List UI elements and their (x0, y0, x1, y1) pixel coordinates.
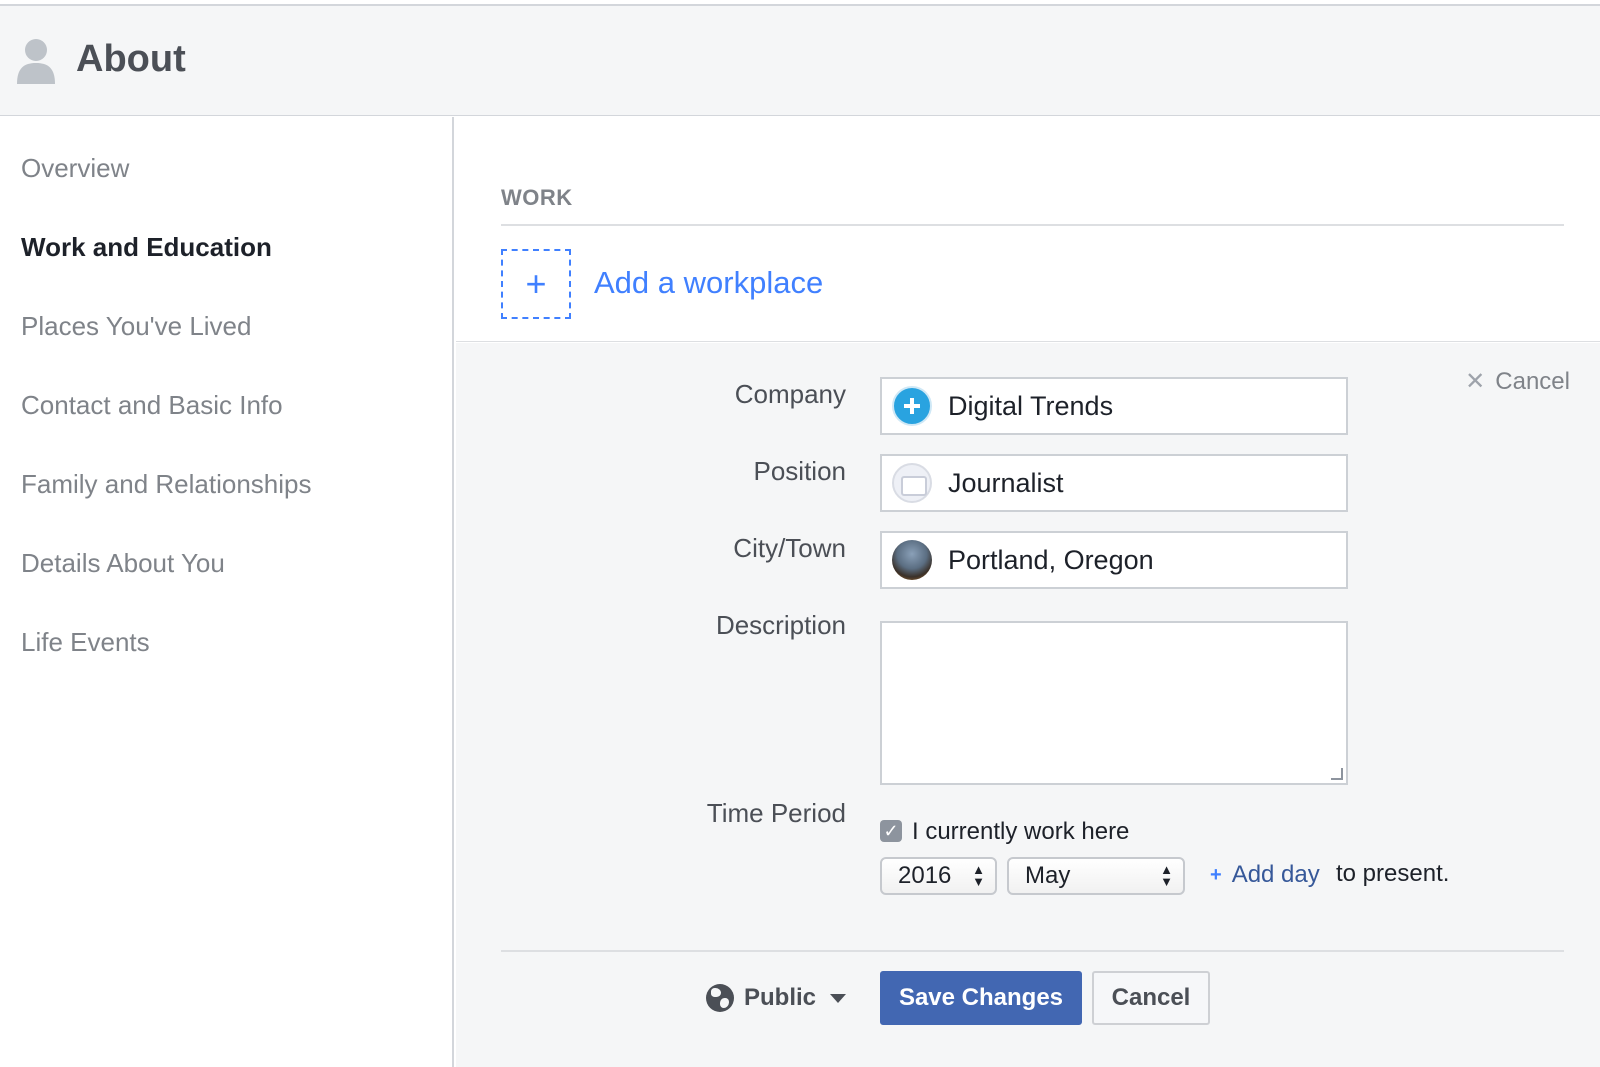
position-value: Journalist (948, 467, 1064, 498)
cancel-link[interactable]: ✕ Cancel (1465, 367, 1570, 396)
company-plus-icon (892, 386, 932, 426)
page-header: About (0, 6, 1600, 116)
audience-label: Public (744, 984, 817, 1011)
add-day-link[interactable]: + Add day (1210, 861, 1320, 889)
city-value: Portland, Oregon (948, 544, 1154, 575)
city-photo-icon (892, 540, 932, 580)
resize-handle-icon[interactable] (1331, 768, 1343, 780)
add-day-label: Add day (1231, 861, 1320, 888)
month-select[interactable]: May ▲ ▼ (1007, 857, 1185, 895)
month-value: May (1025, 862, 1071, 889)
workplace-form: ✕ Cancel Company Digital Trends Position… (456, 343, 1600, 1067)
globe-icon (706, 984, 734, 1012)
plus-icon: + (1210, 863, 1222, 886)
currently-work-here-checkbox[interactable]: ✓ (880, 820, 902, 842)
divider (501, 224, 1564, 226)
sidebar-item-contact-info[interactable]: Contact and Basic Info (21, 390, 283, 421)
company-field[interactable]: Digital Trends (880, 377, 1348, 435)
year-value: 2016 (898, 862, 952, 889)
work-heading: WORK (501, 185, 573, 210)
sidebar-item-work-and-education[interactable]: Work and Education (21, 232, 272, 263)
sidebar-item-places-lived[interactable]: Places You've Lived (21, 311, 251, 342)
currently-work-here-label[interactable]: I currently work here (912, 818, 1129, 846)
cancel-link-label: Cancel (1495, 367, 1570, 395)
divider (501, 950, 1564, 952)
description-label: Description (715, 610, 846, 640)
year-select[interactable]: 2016 ▲ ▼ (880, 857, 997, 895)
close-icon: ✕ (1465, 368, 1486, 395)
sidebar-item-life-events[interactable]: Life Events (21, 627, 150, 658)
sidebar-item-details-about-you[interactable]: Details About You (21, 548, 225, 579)
add-workplace-link[interactable]: Add a workplace (594, 265, 823, 301)
city-field[interactable]: Portland, Oregon (880, 531, 1348, 589)
sidebar-item-family-relationships[interactable]: Family and Relationships (21, 469, 311, 500)
position-label: Position (753, 456, 847, 486)
audience-selector[interactable]: Public (706, 984, 847, 1012)
page-title: About (76, 38, 186, 80)
save-changes-button[interactable]: Save Changes (880, 971, 1082, 1025)
briefcase-icon (892, 463, 932, 503)
city-label: City/Town (733, 533, 846, 563)
select-arrows-icon: ▲ ▼ (1160, 862, 1173, 889)
add-workplace-icon[interactable]: + (501, 249, 571, 319)
person-silhouette-icon (17, 39, 55, 84)
position-field[interactable]: Journalist (880, 454, 1348, 512)
description-textarea[interactable] (880, 621, 1348, 785)
company-label: Company (734, 379, 846, 409)
to-present-text: to present. (1336, 860, 1450, 887)
about-sidebar: Overview Work and Education Places You'v… (0, 117, 454, 1067)
cancel-button[interactable]: Cancel (1092, 971, 1210, 1025)
select-arrows-icon: ▲ ▼ (972, 862, 985, 889)
time-period-label: Time Period (706, 798, 846, 828)
company-value: Digital Trends (948, 390, 1114, 421)
sidebar-item-overview[interactable]: Overview (21, 153, 129, 184)
work-section: WORK + Add a workplace (456, 117, 1600, 342)
caret-down-icon (830, 993, 847, 1003)
